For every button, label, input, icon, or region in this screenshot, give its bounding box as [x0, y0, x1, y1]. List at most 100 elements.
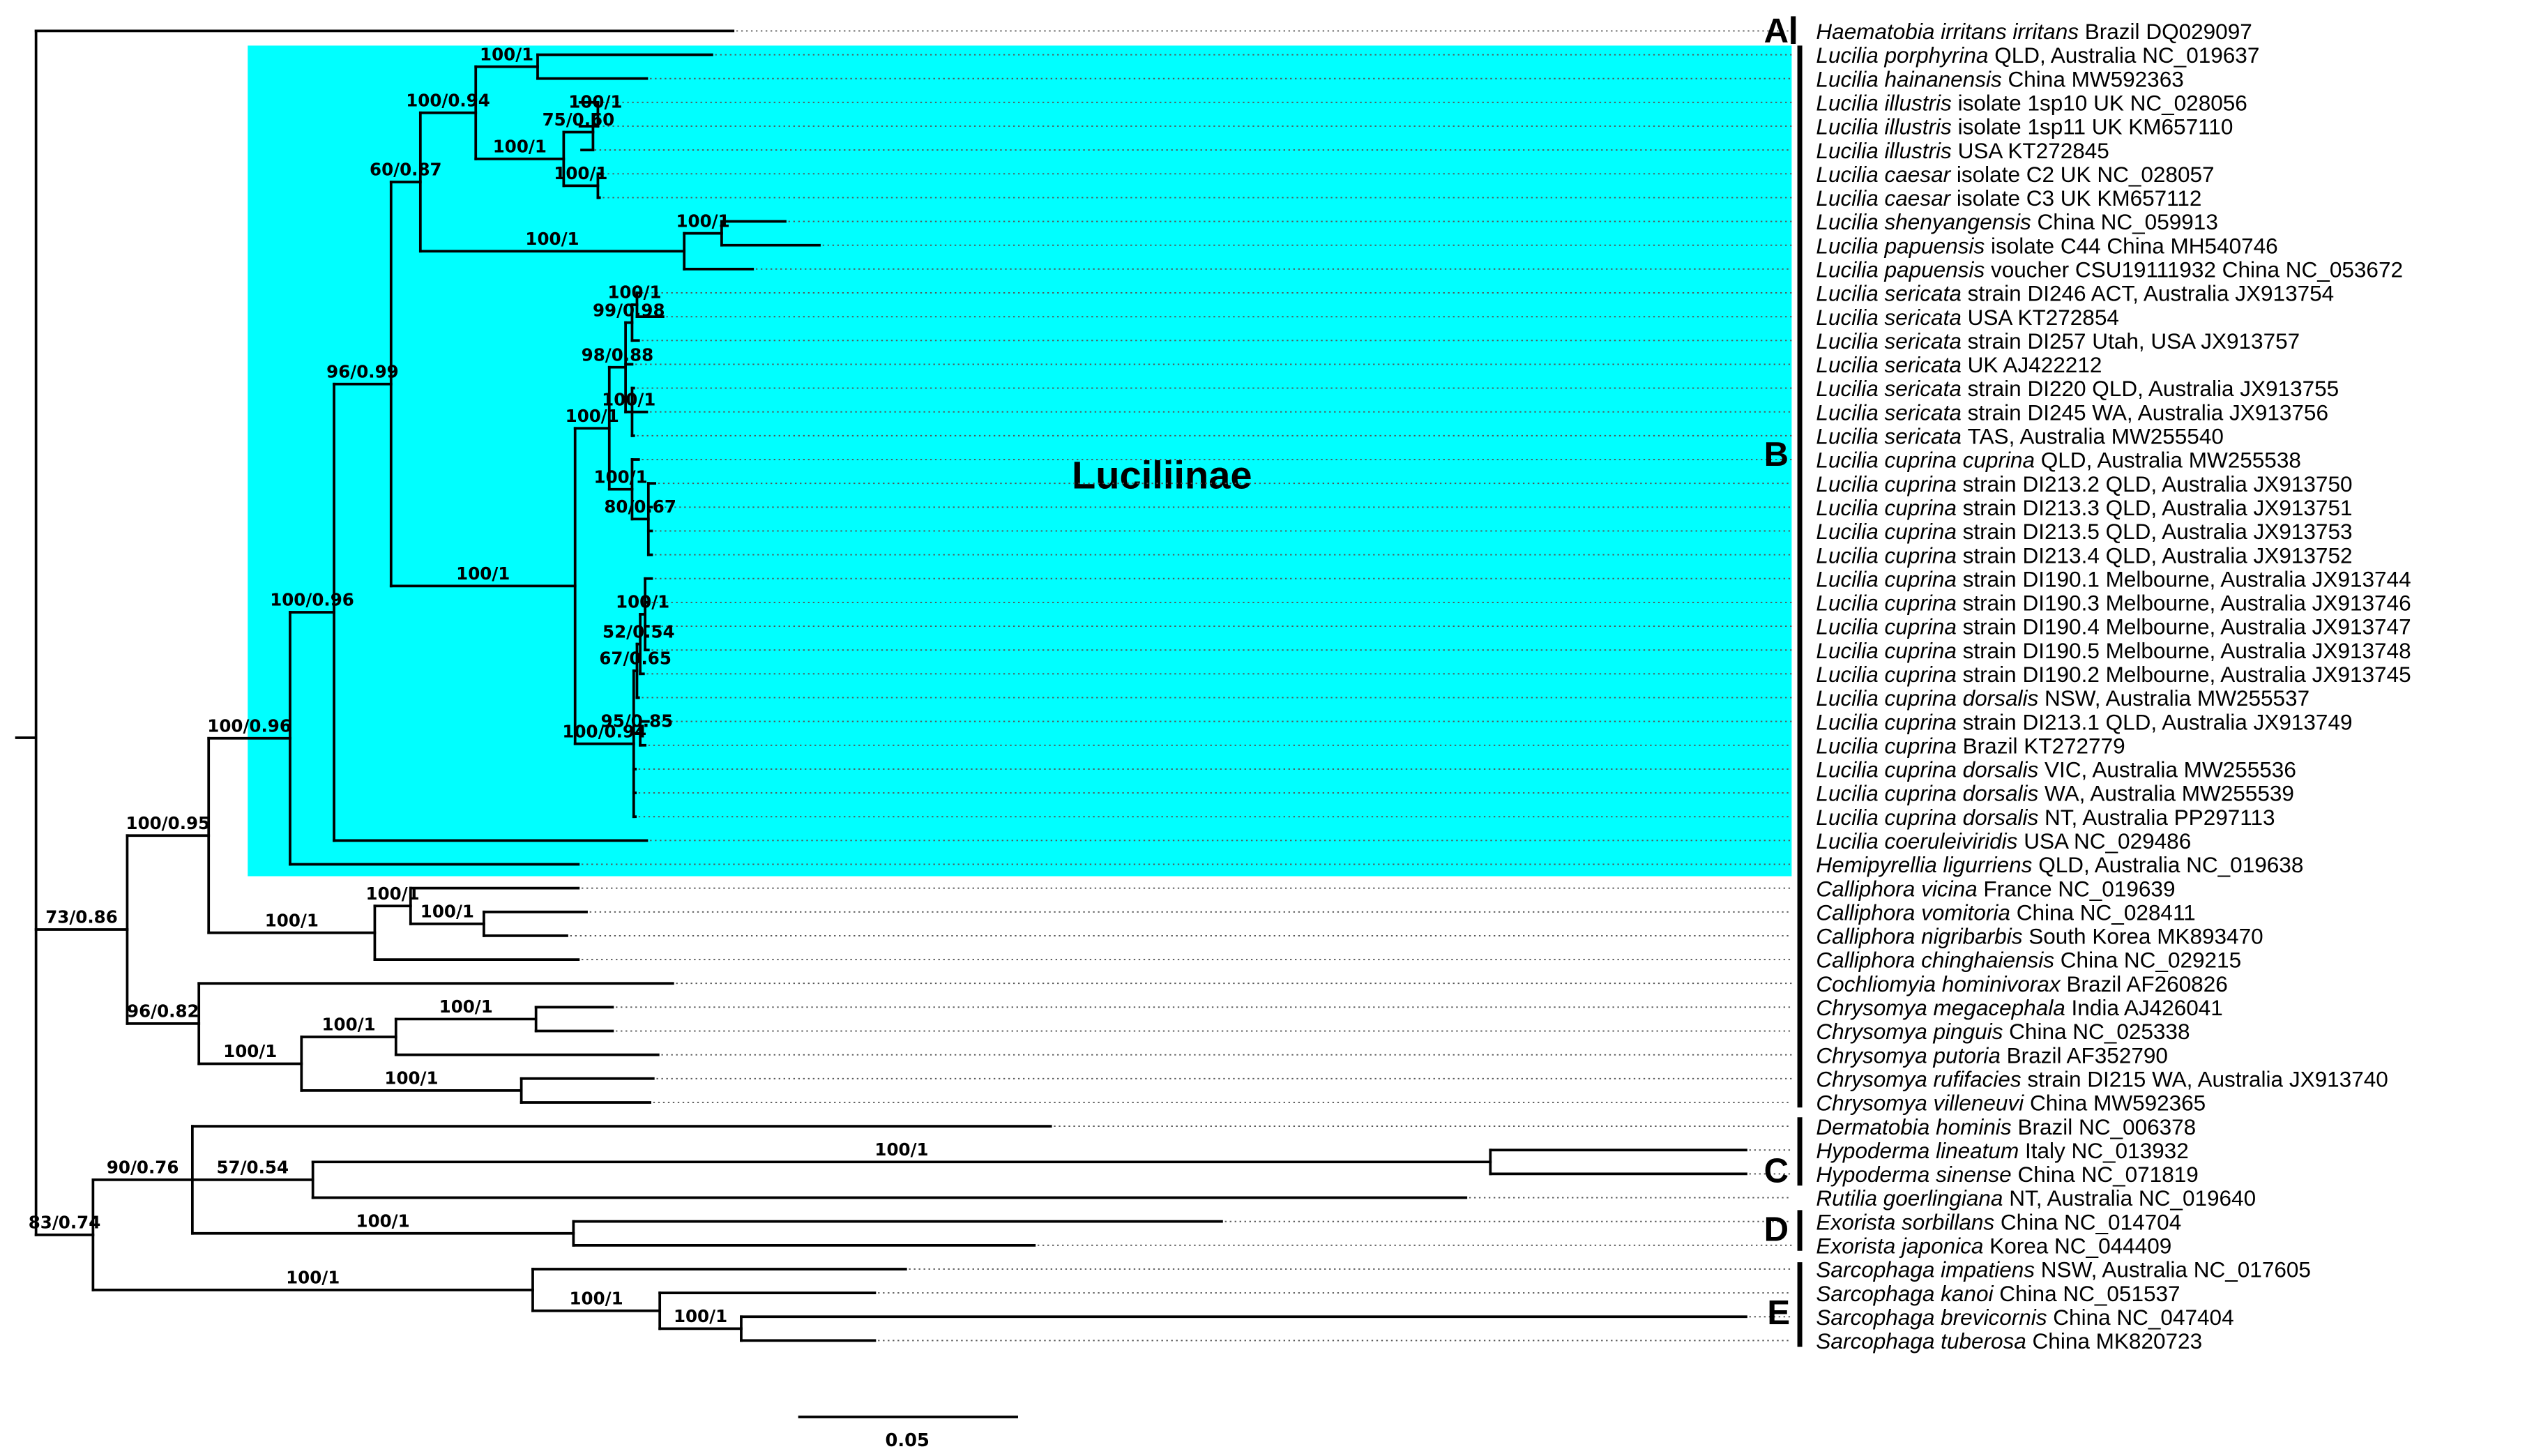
- taxon-label: Lucilia illustris isolate 1sp11 UK KM657…: [1816, 114, 2233, 139]
- taxon-details: isolate 1sp10 UK NC_028056: [1958, 90, 2247, 115]
- species-name: Lucilia cuprina: [1816, 591, 1956, 616]
- species-name: Dermatobia hominis: [1816, 1114, 2011, 1139]
- species-name: Sarcophaga kanoi: [1816, 1281, 1994, 1306]
- support-value: 80/0.67: [604, 496, 676, 517]
- taxon-label: Lucilia cuprina strain DI190.1 Melbourne…: [1816, 566, 2411, 591]
- support-value: 100/1: [874, 1139, 928, 1160]
- species-name: Lucilia illustris: [1816, 114, 1952, 139]
- group-a-label: A: [1764, 13, 1789, 50]
- taxon-label: Lucilia cuprina Brazil KT272779: [1816, 733, 2125, 758]
- species-name: Lucilia papuensis: [1816, 257, 1985, 282]
- support-value: 100/1: [439, 996, 493, 1017]
- species-name: Lucilia cuprina: [1816, 519, 1956, 544]
- species-name: Lucilia cuprina: [1816, 709, 1956, 734]
- taxon-details: China NC_051537: [1999, 1281, 2180, 1306]
- taxon-details: Italy NC_013932: [2025, 1138, 2189, 1163]
- taxon-label: Lucilia cuprina strain DI190.4 Melbourne…: [1816, 614, 2411, 639]
- taxon-label: Rutilia goerlingiana NT, Australia NC_01…: [1816, 1185, 2256, 1211]
- support-value: 100/1: [569, 1288, 623, 1308]
- taxon-label: Chrysomya rufifacies strain DI215 WA, Au…: [1816, 1066, 2388, 1091]
- species-name: Lucilia cuprina cuprina: [1816, 448, 2035, 473]
- taxon-label: Lucilia cuprina dorsalis NSW, Australia …: [1816, 685, 2309, 711]
- taxon-details: strain DI190.4 Melbourne, Australia JX91…: [1963, 614, 2411, 639]
- taxon-label: Lucilia cuprina strain DI213.4 QLD, Aust…: [1816, 543, 2352, 568]
- support-value: 100/1: [456, 563, 510, 584]
- species-name: Lucilia sericata: [1816, 376, 1961, 401]
- support-value: 100/1: [616, 592, 669, 612]
- support-value: 100/1: [676, 211, 729, 231]
- taxon-label: Lucilia cuprina dorsalis WA, Australia M…: [1816, 781, 2294, 806]
- species-name: Calliphora chinghaiensis: [1816, 948, 2054, 973]
- species-name: Hemipyrellia ligurriens: [1816, 852, 2032, 877]
- taxon-label: Lucilia sericata strain DI245 WA, Austra…: [1816, 400, 2328, 425]
- species-name: Lucilia shenyangensis: [1816, 209, 2031, 234]
- taxon-label: Lucilia cuprina strain DI190.3 Melbourne…: [1816, 591, 2411, 616]
- taxon-label: Lucilia illustris USA KT272845: [1816, 138, 2109, 163]
- taxon-label: Hemipyrellia ligurriens QLD, Australia N…: [1816, 852, 2303, 877]
- taxon-label: Lucilia cuprina strain DI213.2 QLD, Aust…: [1816, 471, 2352, 496]
- support-value: 100/1: [594, 467, 648, 487]
- group-e-label: E: [1767, 1294, 1790, 1332]
- taxon-details: strain DI257 Utah, USA JX913757: [1968, 328, 2300, 354]
- taxon-label: Chrysomya pinguis China NC_025338: [1816, 1019, 2190, 1044]
- taxon-details: voucher CSU19111932 China NC_053672: [1991, 257, 2403, 282]
- taxon-details: NSW, Australia NC_017605: [2041, 1257, 2311, 1282]
- support-value: 100/1: [493, 137, 547, 157]
- support-value: 100/1: [674, 1306, 727, 1326]
- group-c-label: C: [1764, 1153, 1789, 1190]
- taxon-details: QLD, Australia MW255538: [2041, 448, 2301, 473]
- species-name: Lucilia sericata: [1816, 328, 1961, 354]
- taxon-label: Lucilia shenyangensis China NC_059913: [1816, 209, 2217, 234]
- support-value: 52/0.54: [602, 621, 675, 642]
- taxon-details: isolate C3 UK KM657112: [1957, 185, 2202, 211]
- support-value: 100/1: [525, 229, 579, 249]
- species-name: Exorista sorbillans: [1816, 1209, 1994, 1234]
- support-value: 90/0.76: [107, 1158, 179, 1178]
- taxon-label: Lucilia cuprina strain DI190.2 Melbourne…: [1816, 662, 2411, 687]
- support-value: 100/0.94: [562, 721, 646, 741]
- taxon-label: Lucilia cuprina dorsalis VIC, Australia …: [1816, 757, 2296, 782]
- species-name: Lucilia cuprina dorsalis: [1816, 757, 2038, 782]
- taxon-details: China MW592365: [2030, 1091, 2206, 1116]
- taxon-details: QLD, Australia NC_019637: [1994, 43, 2259, 68]
- taxon-details: Korea NC_044409: [1989, 1234, 2171, 1259]
- support-value: 100/1: [286, 1268, 340, 1288]
- species-name: Lucilia cuprina dorsalis: [1816, 685, 2038, 711]
- support-value: 99/0.98: [593, 300, 665, 320]
- support-value: 100/1: [566, 406, 619, 426]
- taxon-label: Lucilia caesar isolate C3 UK KM657112: [1816, 185, 2201, 211]
- support-value: 100/0.96: [207, 715, 291, 736]
- taxon-label: Chrysomya putoria Brazil AF352790: [1816, 1042, 2168, 1068]
- taxon-details: TAS, Australia MW255540: [1968, 424, 2224, 449]
- taxon-label: Calliphora vicina France NC_019639: [1816, 876, 2175, 901]
- support-value: 100/1: [366, 884, 420, 904]
- luciliinae-clade-box: [248, 45, 1792, 877]
- taxon-label: Dermatobia hominis Brazil NC_006378: [1816, 1114, 2196, 1139]
- support-value: 98/0.88: [582, 344, 654, 365]
- taxon-details: India AJ426041: [2072, 995, 2223, 1020]
- taxon-label: Lucilia sericata strain DI246 ACT, Austr…: [1816, 281, 2334, 306]
- species-name: Lucilia porphyrina: [1816, 43, 1988, 68]
- taxon-label: Lucilia cuprina strain DI213.1 QLD, Aust…: [1816, 709, 2352, 734]
- taxon-label: Sarcophaga kanoi China NC_051537: [1816, 1281, 2180, 1306]
- taxon-details: strain DI213.5 QLD, Australia JX913753: [1963, 519, 2353, 544]
- taxon-label: Lucilia porphyrina QLD, Australia NC_019…: [1816, 43, 2259, 68]
- support-value: 83/0.74: [29, 1213, 101, 1233]
- support-value: 67/0.65: [599, 649, 672, 669]
- support-value: 100/1: [356, 1211, 410, 1231]
- taxon-details: strain DI213.1 QLD, Australia JX913749: [1963, 709, 2353, 734]
- support-value: 100/1: [223, 1041, 277, 1061]
- taxon-label: Lucilia cuprina strain DI190.5 Melbourne…: [1816, 638, 2411, 663]
- taxon-label-highlighted: Lucilia cuprina dorsalis NT, Australia P…: [1816, 805, 2275, 830]
- support-value: 100/1: [420, 902, 474, 922]
- taxon-details: Brazil AF260826: [2066, 971, 2227, 996]
- taxon-label: Lucilia sericata TAS, Australia MW255540: [1816, 424, 2223, 449]
- taxon-details: Brazil DQ029097: [2085, 19, 2252, 44]
- species-name: Exorista japonica: [1816, 1234, 1983, 1259]
- taxon-label: Calliphora nigribarbis South Korea MK893…: [1816, 924, 2263, 949]
- taxon-label: Chrysomya villeneuvi China MW592365: [1816, 1091, 2206, 1116]
- taxon-label: Lucilia sericata strain DI257 Utah, USA …: [1816, 328, 2300, 354]
- species-name: Lucilia hainanensis: [1816, 66, 2002, 91]
- species-name: Lucilia papuensis: [1816, 233, 1985, 258]
- taxon-details: Brazil AF352790: [2007, 1042, 2168, 1068]
